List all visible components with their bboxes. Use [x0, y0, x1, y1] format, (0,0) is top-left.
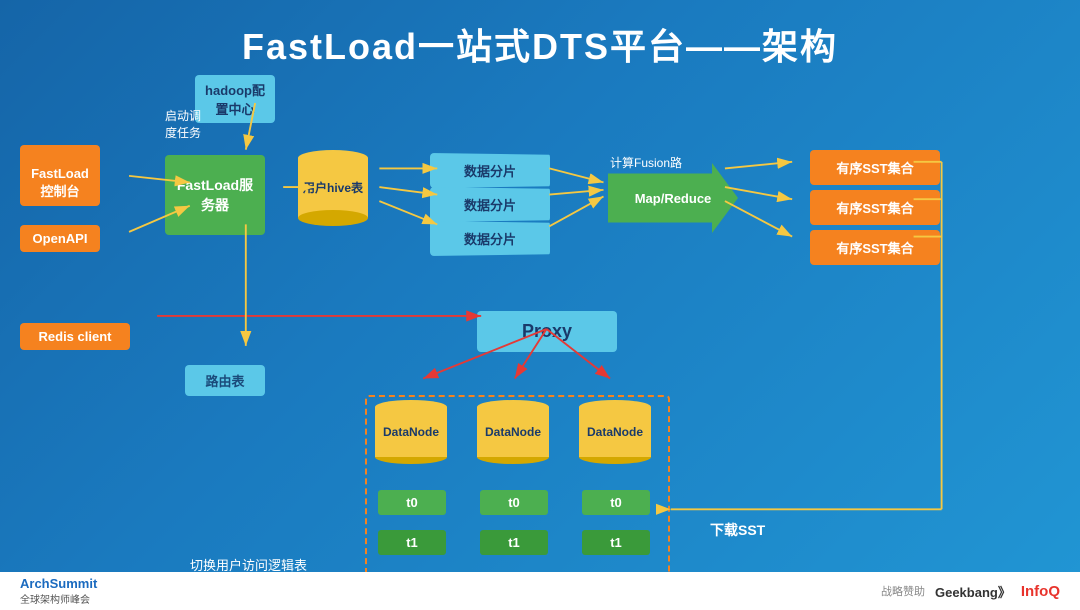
redis-client-label: Redis client: [39, 329, 112, 344]
archsummit-sub: 全球架构师峰会: [20, 591, 97, 606]
start-task-label: 启动调 度任务: [165, 93, 201, 141]
t0-box-3: t0: [582, 490, 650, 515]
start-task-text: 启动调 度任务: [165, 109, 201, 140]
archsummit-logo: ArchSummit 全球架构师峰会: [20, 576, 97, 606]
fastload-control-label: FastLoad 控制台: [31, 166, 89, 199]
db-top: [298, 150, 368, 166]
mapreduce-label: Map/Reduce: [635, 191, 712, 206]
t0-box-1: t0: [378, 490, 446, 515]
dn1-top: [375, 400, 447, 414]
data-shard-3: 数据分片: [430, 221, 550, 256]
t1-2-label: t1: [508, 535, 520, 550]
sst-1-label: 有序SST集合: [836, 161, 913, 176]
hadoop-box: hadoop配 置中心: [195, 75, 275, 123]
t1-3-label: t1: [610, 535, 622, 550]
sst-3-label: 有序SST集合: [836, 241, 913, 256]
dn3-top: [579, 400, 651, 414]
t1-box-2: t1: [480, 530, 548, 555]
proxy-box: Proxy: [477, 311, 617, 352]
fastload-server-label: FastLoad服 务器: [177, 175, 253, 215]
t0-box-2: t0: [480, 490, 548, 515]
db-bottom: [298, 210, 368, 226]
footer-left: ArchSummit 全球架构师峰会: [20, 576, 97, 606]
footer: ArchSummit 全球架构师峰会 战略赞助 Geekbang》 InfoQ: [0, 572, 1080, 610]
sponsor-label: 战略赞助: [881, 583, 925, 599]
t0-1-label: t0: [406, 495, 418, 510]
content-area: hadoop配 置中心 FastLoad 控制台 OpenAPI 启动调 度任务…: [10, 75, 1070, 570]
mapreduce-arrow: Map/Reduce: [608, 163, 738, 233]
fastload-server-box: FastLoad服 务器: [165, 155, 265, 235]
download-sst-text: 下载SST: [710, 522, 765, 538]
sst-box-2: 有序SST集合: [810, 190, 940, 225]
download-sst-label: 下载SST: [710, 520, 765, 540]
db-body: 用户hive表: [298, 158, 368, 218]
routing-table-box: 路由表: [185, 365, 265, 396]
sst-box-3: 有序SST集合: [810, 230, 940, 265]
main-container: FastLoad一站式DTS平台——架构 hadoop配 置中心 FastLoa…: [0, 0, 1080, 610]
geekbang-logo: Geekbang》: [935, 582, 1011, 601]
openapi-label: OpenAPI: [33, 231, 88, 246]
switch-label-text: 切换用户访问逻辑表: [190, 558, 307, 573]
footer-right: 战略赞助 Geekbang》 InfoQ: [881, 582, 1060, 601]
infoq-logo: InfoQ: [1021, 583, 1060, 600]
dn2-top: [477, 400, 549, 414]
t0-3-label: t0: [610, 495, 622, 510]
redis-client-box: Redis client: [20, 323, 130, 350]
page-title: FastLoad一站式DTS平台——架构: [0, 0, 1080, 80]
t1-box-1: t1: [378, 530, 446, 555]
sst-box-1: 有序SST集合: [810, 150, 940, 185]
data-shard-1: 数据分片: [430, 153, 550, 188]
t0-2-label: t0: [508, 495, 520, 510]
user-hive-cylinder: 用户hive表: [298, 150, 368, 226]
shard-2-label: 数据分片: [464, 198, 516, 213]
proxy-label: Proxy: [522, 321, 572, 341]
routing-table-label: 路由表: [205, 374, 244, 389]
shard-1-label: 数据分片: [464, 164, 516, 179]
archsummit-name: ArchSummit: [20, 576, 97, 591]
t1-box-3: t1: [582, 530, 650, 555]
openapi-box: OpenAPI: [20, 225, 100, 252]
user-hive-label: 用户hive表: [303, 181, 363, 195]
data-shard-2: 数据分片: [430, 187, 550, 222]
sst-2-label: 有序SST集合: [836, 201, 913, 216]
t1-1-label: t1: [406, 535, 418, 550]
fastload-control-box: FastLoad 控制台: [20, 145, 100, 206]
hadoop-label: hadoop配 置中心: [205, 83, 265, 117]
shard-3-label: 数据分片: [464, 232, 516, 247]
